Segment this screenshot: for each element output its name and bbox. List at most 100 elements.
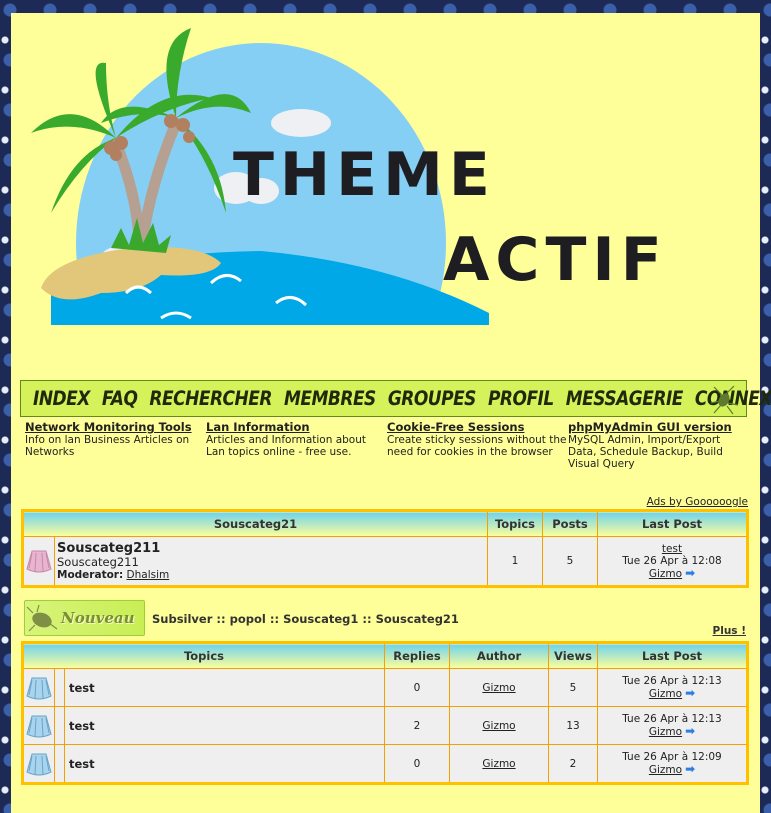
header-last-post: Last Post (597, 510, 748, 537)
topic-status-cell (22, 744, 55, 784)
topic-status-cell (22, 706, 55, 745)
last-post-date: Tue 26 Apr à 12:13 (622, 675, 722, 687)
main-nav: INDEX FAQ RECHERCHER MEMBRES GROUPES PRO… (20, 380, 771, 417)
last-post-topic-link[interactable]: test (662, 543, 682, 555)
replies-count: 0 (384, 744, 450, 784)
header-last-post: Last Post (597, 642, 748, 669)
nav-faq[interactable]: FAQ (102, 387, 138, 410)
ad-description: Info on lan Business Articles on Network… (25, 434, 190, 458)
nav-messages[interactable]: MESSAGERIE (566, 387, 684, 410)
forum-name-link[interactable]: Souscateg211 (57, 541, 485, 556)
author-link[interactable]: Gizmo (482, 682, 515, 694)
author-cell: Gizmo (449, 706, 549, 745)
banner-title-line2: ACTIF (443, 225, 668, 295)
ad-link[interactable]: Lan Information (206, 421, 387, 434)
author-link[interactable]: Gizmo (482, 758, 515, 770)
goto-last-post-arrow-icon[interactable]: ➡ (685, 567, 695, 579)
topic-title-link[interactable]: test (64, 744, 385, 784)
table-row: test 0 Gizmo 2 Tue 26 Apr à 12:09 Gizmo ➡ (22, 744, 748, 784)
shell-pink-icon (26, 550, 52, 573)
last-post-author-link[interactable]: Gizmo (649, 568, 682, 580)
header-forum: Souscateg21 (22, 510, 488, 537)
last-post-author-link[interactable]: Gizmo (649, 764, 682, 776)
more-link[interactable]: Plus ! (713, 625, 746, 637)
page-container: THEME ACTIF INDEX FAQ RECHERCHER MEMBRES… (11, 13, 771, 813)
nav-profile[interactable]: PROFIL (488, 387, 554, 410)
table-header-row: Souscateg21 Topics Posts Last Post (22, 510, 748, 537)
breadcrumb-item[interactable]: Souscateg1 (283, 612, 358, 626)
header-author: Author (449, 642, 549, 669)
header-posts: Posts (542, 510, 598, 537)
views-count: 2 (548, 744, 598, 784)
forum-title-cell: Souscateg211 Souscateg211 Moderator: Dha… (54, 536, 488, 587)
replies-count: 2 (384, 706, 450, 745)
last-post-date: Tue 26 Apr à 12:08 (622, 554, 722, 567)
breadcrumb-item[interactable]: Subsilver (152, 612, 212, 626)
goto-last-post-arrow-icon[interactable]: ➡ (685, 763, 695, 775)
views-count: 5 (548, 668, 598, 707)
topics-table: Topics Replies Author Views Last Post te… (21, 641, 749, 785)
last-post-cell: Tue 26 Apr à 12:09 Gizmo ➡ (597, 744, 748, 784)
moderator-link[interactable]: Dhalsim (127, 569, 170, 581)
last-post-date: Tue 26 Apr à 12:09 (622, 751, 722, 763)
author-cell: Gizmo (449, 744, 549, 784)
posts-count: 5 (542, 536, 598, 587)
moderator-line: Moderator: Dhalsim (57, 569, 485, 581)
replies-count: 0 (384, 668, 450, 707)
shell-blue-icon (26, 753, 52, 775)
topic-title-link[interactable]: test (64, 668, 385, 707)
header-topics: Topics (22, 642, 385, 669)
banner-logo: THEME ACTIF (11, 28, 760, 443)
forum-description: Souscateg211 (57, 554, 139, 569)
new-topic-button[interactable]: Nouveau (24, 600, 145, 636)
ad-link[interactable]: phpMyAdmin GUI version (568, 421, 749, 434)
ad-item: Lan Information Articles and Information… (206, 421, 387, 470)
ads-by-link[interactable]: Ads by Goooooogle (647, 496, 748, 508)
subforum-table: Souscateg21 Topics Posts Last Post Sousc… (21, 509, 749, 588)
breadcrumb: Subsilver :: popol :: Souscateg1 :: Sous… (152, 612, 459, 626)
breadcrumb-separator: :: (265, 612, 284, 626)
table-header-row: Topics Replies Author Views Last Post (22, 642, 748, 669)
views-count: 13 (548, 706, 598, 745)
last-post-date: Tue 26 Apr à 12:13 (622, 713, 722, 725)
ads-block: Network Monitoring Tools Info on lan Bus… (25, 421, 750, 471)
bug-icon (26, 604, 58, 632)
moderator-label: Moderator: (57, 568, 124, 581)
breadcrumb-item[interactable]: popol (230, 612, 266, 626)
site-banner[interactable]: THEME ACTIF (11, 13, 760, 443)
header-views: Views (548, 642, 598, 669)
table-row: test 0 Gizmo 5 Tue 26 Apr à 12:13 Gizmo ➡ (22, 668, 748, 707)
breadcrumb-separator: :: (212, 612, 230, 626)
last-post-cell: Tue 26 Apr à 12:13 Gizmo ➡ (597, 668, 748, 707)
topic-status-cell (22, 668, 55, 707)
last-post-cell: Tue 26 Apr à 12:13 Gizmo ➡ (597, 706, 748, 745)
nav-groups[interactable]: GROUPES (388, 387, 477, 410)
forum-status-cell (22, 536, 55, 587)
nav-search[interactable]: RECHERCHER (149, 387, 272, 410)
nav-members[interactable]: MEMBRES (284, 387, 376, 410)
shell-blue-icon (26, 715, 52, 737)
author-link[interactable]: Gizmo (482, 720, 515, 732)
header-replies: Replies (384, 642, 450, 669)
goto-last-post-arrow-icon[interactable]: ➡ (685, 687, 695, 699)
ad-link[interactable]: Cookie-Free Sessions (387, 421, 568, 434)
ad-description: MySQL Admin, Import/Export Data, Schedul… (568, 434, 723, 470)
table-row: Souscateg211 Souscateg211 Moderator: Dha… (22, 536, 748, 587)
new-topic-label: Nouveau (61, 609, 135, 627)
last-post-author-link[interactable]: Gizmo (649, 688, 682, 700)
breadcrumb-item[interactable]: Souscateg21 (376, 612, 459, 626)
ad-link[interactable]: Network Monitoring Tools (25, 421, 206, 434)
topic-icon-cell (54, 744, 65, 784)
author-cell: Gizmo (449, 668, 549, 707)
breadcrumb-separator: :: (358, 612, 376, 626)
last-post-cell: test Tue 26 Apr à 12:08 Gizmo ➡ (597, 536, 748, 587)
nav-index[interactable]: INDEX (33, 387, 90, 410)
topic-title-link[interactable]: test (64, 706, 385, 745)
ad-description: Articles and Information about Lan topic… (206, 434, 366, 458)
ad-item: Cookie-Free Sessions Create sticky sessi… (387, 421, 568, 470)
last-post-author-link[interactable]: Gizmo (649, 726, 682, 738)
table-row: test 2 Gizmo 13 Tue 26 Apr à 12:13 Gizmo… (22, 706, 748, 745)
spider-icon (710, 385, 739, 415)
goto-last-post-arrow-icon[interactable]: ➡ (685, 725, 695, 737)
topic-icon-cell (54, 706, 65, 745)
